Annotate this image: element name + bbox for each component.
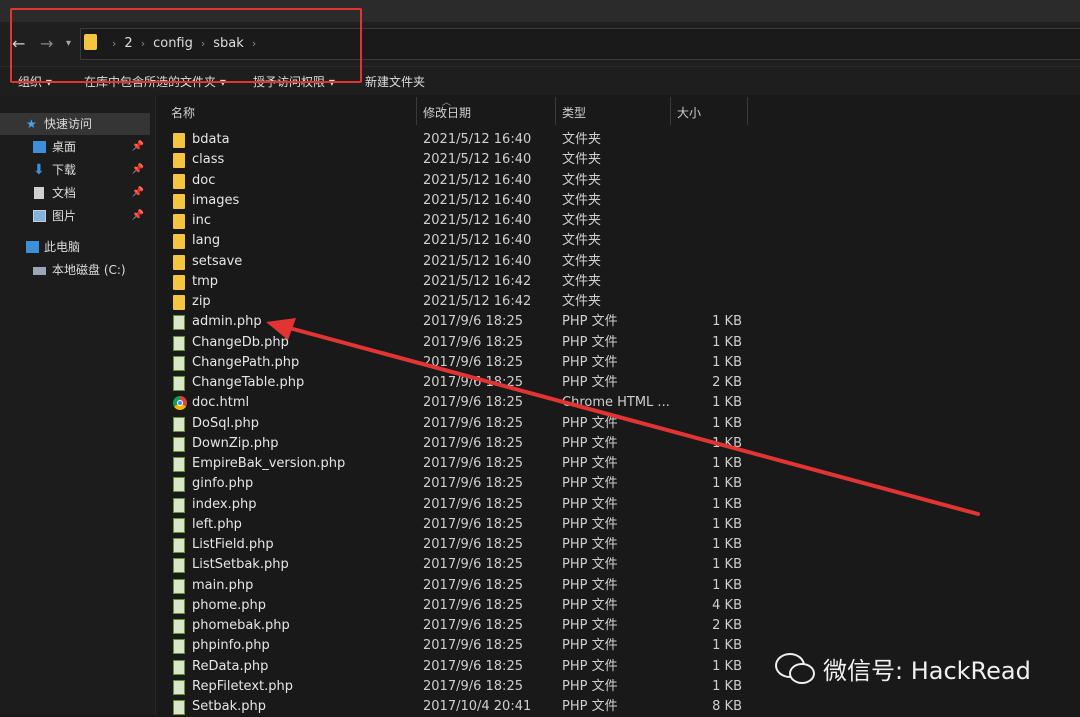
watermark: 微信号: HackRead bbox=[775, 648, 1031, 688]
wechat-logo-icon bbox=[775, 651, 815, 685]
annotation-arrow bbox=[266, 318, 980, 516]
watermark-text: 微信号: HackRead bbox=[823, 656, 1031, 685]
